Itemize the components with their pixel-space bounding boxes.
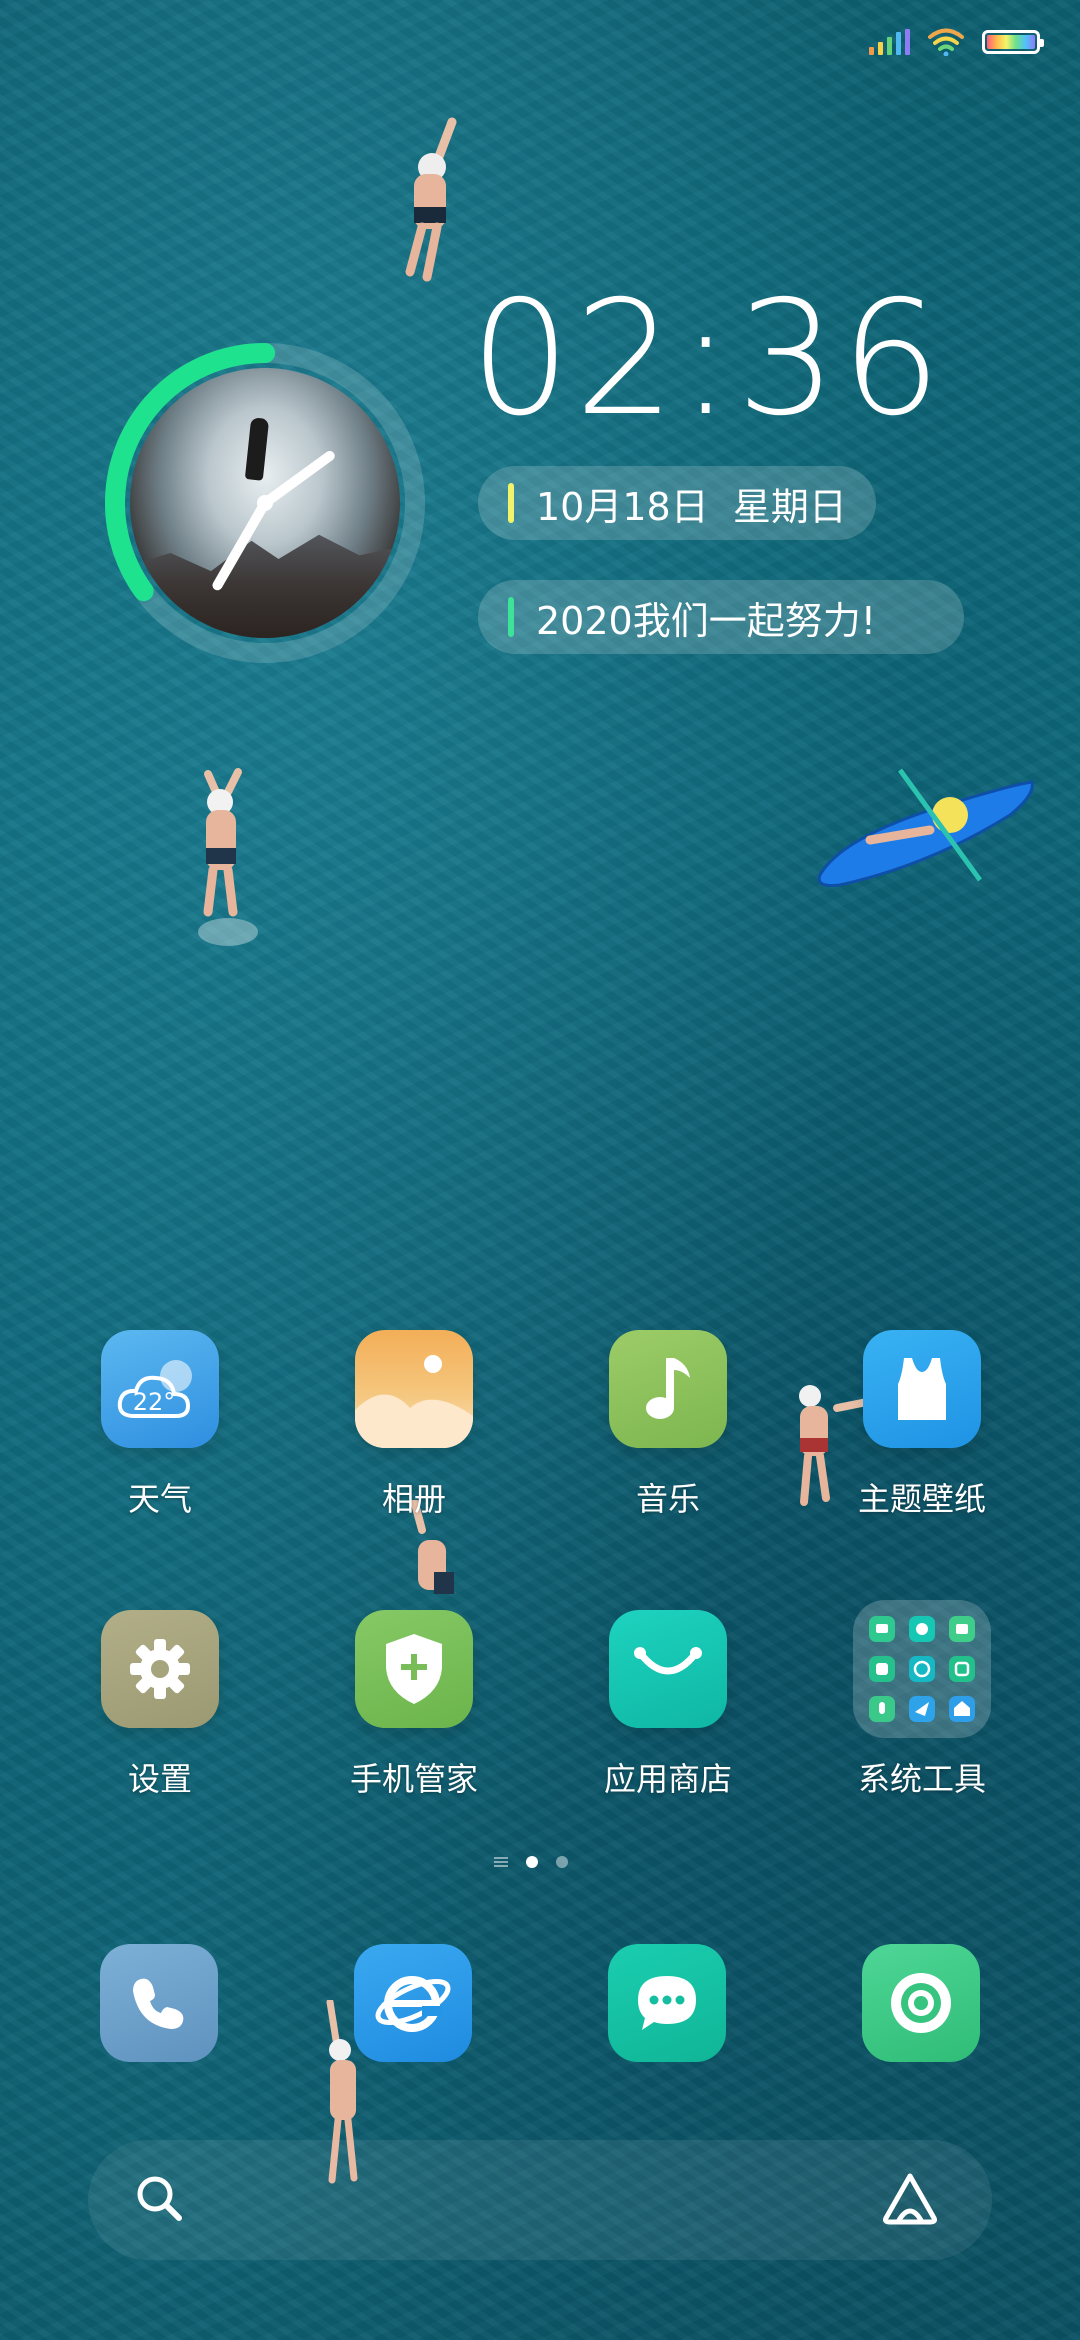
cellular-signal-icon <box>869 29 910 55</box>
app-label: 主题壁纸 <box>857 1480 986 1518</box>
gear-icon <box>101 1610 219 1728</box>
weather-icon: 22° <box>101 1330 219 1448</box>
date-pill[interactable]: 10月18日 星期日 <box>478 466 876 540</box>
wallpaper-kayak <box>810 760 1040 904</box>
theme-icon <box>863 1330 981 1448</box>
dock-messages[interactable] <box>608 1944 726 2062</box>
app-store-bag-icon <box>609 1610 727 1728</box>
clock-center <box>257 495 273 511</box>
page-indicator[interactable] <box>494 1856 568 1868</box>
motto-pill[interactable]: 2020我们一起努力! <box>478 580 964 654</box>
app-gallery[interactable]: 相册 <box>324 1330 504 1520</box>
app-label: 手机管家 <box>349 1760 478 1798</box>
battery-icon <box>982 30 1044 54</box>
wifi-icon <box>928 28 964 56</box>
security-shield-icon <box>355 1610 473 1728</box>
folder-icon <box>853 1600 991 1738</box>
browser-icon <box>354 1944 472 2062</box>
search-icon[interactable] <box>134 2173 184 2227</box>
date-accent-bar <box>508 483 514 523</box>
app-label: 应用商店 <box>603 1760 732 1798</box>
date-text: 10月18日 星期日 <box>536 484 847 529</box>
gallery-icon <box>355 1330 473 1448</box>
app-label: 音乐 <box>635 1480 700 1518</box>
app-weather[interactable]: 22° 天气 <box>70 1330 250 1520</box>
weather-temperature: 22° <box>133 1388 176 1416</box>
music-icon <box>609 1330 727 1448</box>
app-settings[interactable]: 设置 <box>70 1610 250 1800</box>
search-bar[interactable] <box>88 2140 992 2260</box>
battery-level <box>987 35 1035 49</box>
digital-time[interactable]: 02:36 <box>470 280 945 438</box>
app-label: 系统工具 <box>857 1760 986 1798</box>
dock-browser[interactable] <box>354 1944 472 2062</box>
phone-icon <box>100 1944 218 2062</box>
motto-text: 2020我们一起努力! <box>536 598 876 643</box>
app-label: 天气 <box>127 1480 192 1518</box>
app-store[interactable]: 应用商店 <box>578 1610 758 1800</box>
analog-clock-widget[interactable] <box>100 338 430 668</box>
app-music[interactable]: 音乐 <box>578 1330 758 1520</box>
dock-camera[interactable] <box>862 1944 980 2062</box>
folder-system-tools[interactable]: 系统工具 <box>832 1600 1012 1800</box>
status-bar <box>869 28 1044 56</box>
app-theme[interactable]: 主题壁纸 <box>832 1330 1012 1520</box>
messages-icon <box>608 1944 726 2062</box>
app-label: 设置 <box>127 1760 192 1798</box>
wallpaper-swimmer <box>392 112 472 282</box>
dock-phone[interactable] <box>100 1944 218 2062</box>
motto-accent-bar <box>508 597 514 637</box>
app-label: 相册 <box>381 1480 446 1518</box>
assistant-icon[interactable] <box>880 2170 940 2230</box>
page-menu-icon <box>494 1857 508 1867</box>
page-dot <box>556 1856 568 1868</box>
page-dot-current <box>526 1856 538 1868</box>
app-phone-manager[interactable]: 手机管家 <box>324 1610 504 1800</box>
wallpaper-swimmer <box>188 762 288 966</box>
camera-icon <box>862 1944 980 2062</box>
